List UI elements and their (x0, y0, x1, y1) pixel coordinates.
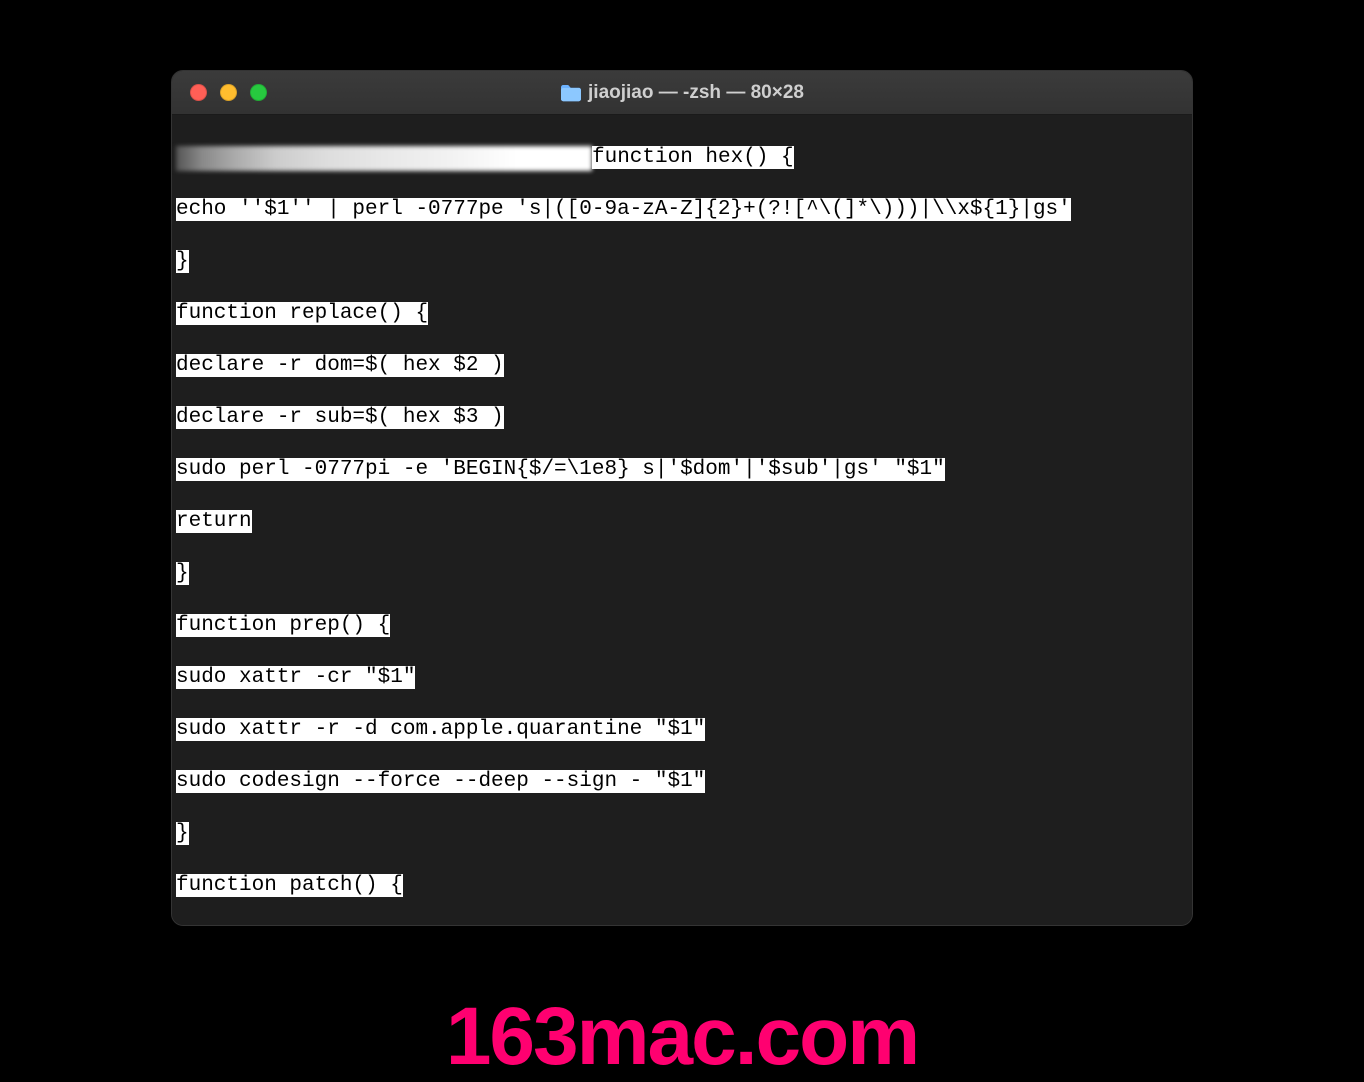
code-line: function replace() { (176, 302, 428, 325)
title-bar[interactable]: jiaojiao — -zsh — 80×28 (172, 71, 1192, 115)
code-line: declare -r sub=$( hex $3 ) (176, 406, 504, 429)
terminal-window: jiaojiao — -zsh — 80×28 function hex() {… (171, 70, 1193, 926)
code-line: sudo xattr -r -d com.apple.quarantine "$… (176, 718, 705, 741)
window-title-wrap: jiaojiao — -zsh — 80×28 (172, 82, 1192, 104)
code-line: } (176, 562, 189, 585)
code-line: function prep() { (176, 614, 390, 637)
traffic-lights (190, 84, 267, 101)
code-line: sudo perl -0777pi -e 'BEGIN{$/=\1e8} s|'… (176, 458, 945, 481)
prompt-blur (176, 146, 592, 171)
code-line: echo ''$1'' | perl -0777pe 's|([0-9a-zA-… (176, 198, 1071, 221)
window-title: jiaojiao — -zsh — 80×28 (588, 82, 804, 104)
code-line: } (176, 822, 189, 845)
code-line: sudo codesign --force --deep --sign - "$… (176, 770, 705, 793)
terminal-body[interactable]: function hex() { echo ''$1'' | perl -077… (172, 115, 1192, 926)
code-line: } (176, 250, 189, 273)
code-line: function hex() { (592, 146, 794, 169)
code-line: sudo xattr -cr "$1" (176, 666, 415, 689)
code-line: function patch() { (176, 874, 403, 897)
close-button[interactable] (190, 84, 207, 101)
code-line: declare -r dom=$( hex $2 ) (176, 354, 504, 377)
code-line: return (176, 510, 252, 533)
zoom-button[interactable] (250, 84, 267, 101)
watermark-text: 163mac.com (446, 996, 918, 1078)
minimize-button[interactable] (220, 84, 237, 101)
folder-icon (560, 84, 582, 102)
